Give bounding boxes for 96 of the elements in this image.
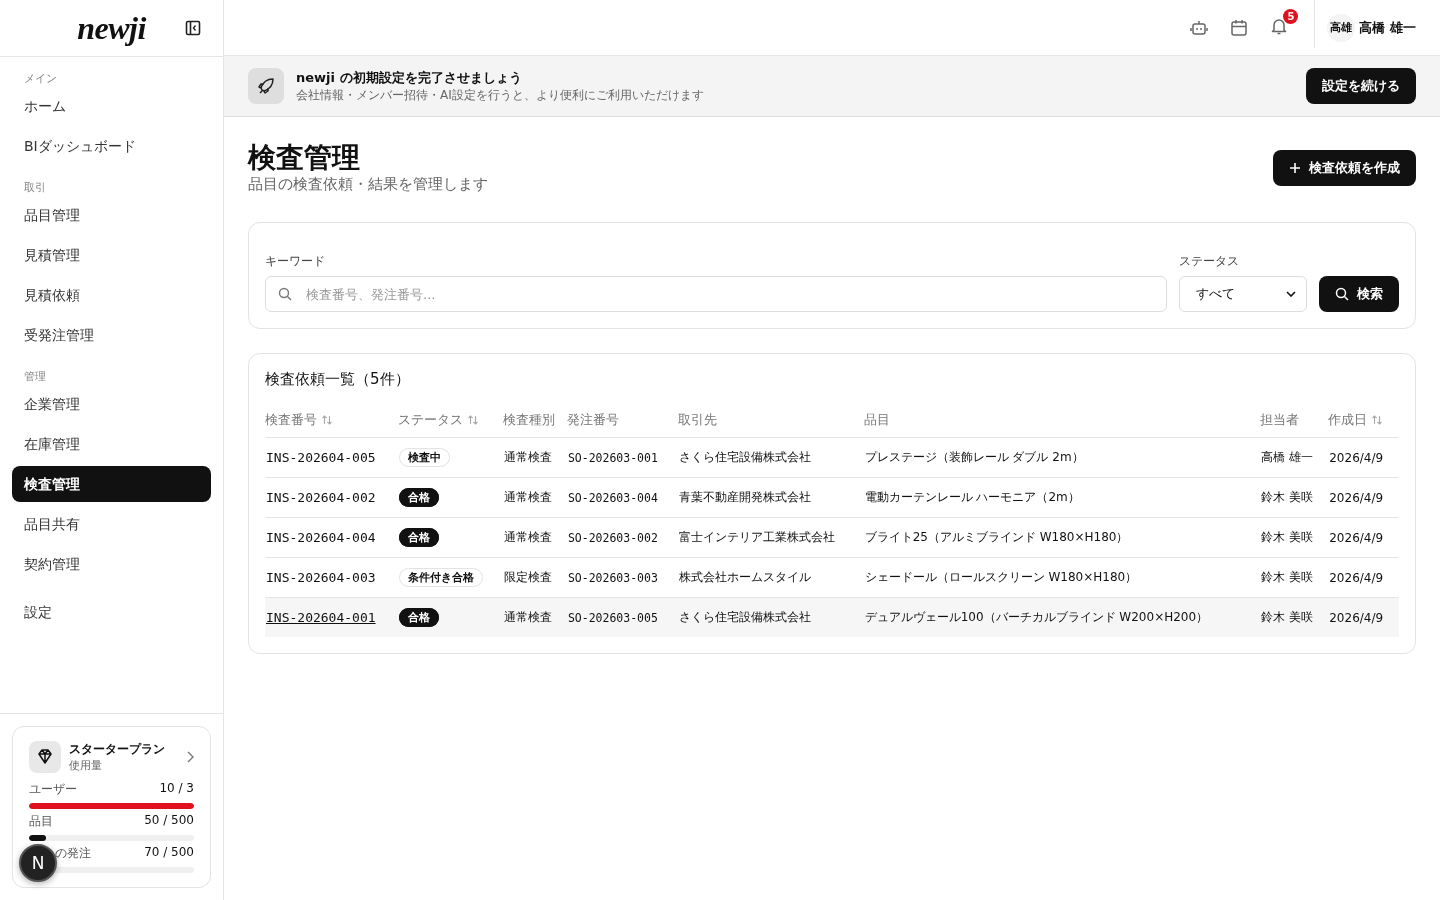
nav-item[interactable]: 品目共有 (12, 506, 211, 542)
logo: newji (77, 9, 146, 47)
column-header[interactable]: 検査番号 (265, 411, 333, 429)
column-header: 取引先 (678, 411, 718, 429)
table-cell: SO-202603-004 (567, 490, 658, 505)
inspection-id-link[interactable]: INS-202604-002 (266, 490, 376, 505)
table-cell: SO-202603-001 (567, 450, 658, 465)
status-badge: 条件付き合格 (399, 568, 484, 587)
search-icon (278, 287, 292, 301)
search-icon (1335, 287, 1349, 301)
page-title: 検査管理 (248, 141, 361, 175)
field-label: ステータス (1179, 253, 1240, 270)
nav-section-heading: 管理 (23, 369, 47, 385)
list-title: 検査依頼一覧（5件） (265, 370, 411, 389)
field-label: キーワード (265, 253, 326, 270)
plus-icon (1289, 161, 1301, 174)
usage-label: 品目 (29, 813, 53, 830)
table-cell: さくら住宅設備株式会社 (679, 610, 812, 624)
continue-setup-button[interactable]: 設定を続ける (1306, 68, 1416, 104)
table-cell: デュアルヴェール100（バーチカルブラインド W200×H200） (864, 610, 1209, 624)
create-inspection-button[interactable]: 検査依頼を作成 (1273, 149, 1416, 186)
status-badge: 合格 (399, 488, 440, 507)
table-cell: シェードール（ロールスクリーン W180×H180） (864, 570, 1138, 584)
column-header[interactable]: ステータス (398, 411, 480, 429)
notification-count: 5 (1283, 8, 1299, 24)
table-cell: 鈴木 美咲 (1260, 490, 1313, 504)
nav-item[interactable]: 設定 (12, 594, 211, 630)
nav-section-heading: メイン (23, 71, 58, 87)
table-cell: SO-202603-003 (567, 570, 658, 585)
calendar-icon[interactable] (1230, 18, 1249, 37)
usage-label: の発注 (54, 845, 91, 862)
user-avatar[interactable]: 高雄 (1327, 13, 1356, 42)
nav-item[interactable]: 見積管理 (12, 237, 211, 273)
inspection-id-link[interactable]: INS-202604-003 (266, 570, 376, 585)
table-cell: 電動カーテンレール ハーモニア（2m） (864, 490, 1080, 504)
table-cell: 通常検査 (503, 450, 552, 464)
table-cell: 通常検査 (503, 490, 552, 504)
column-header: 担当者 (1259, 411, 1299, 429)
user-name[interactable]: 高橋 雄一 (1359, 18, 1416, 37)
status-badge: 合格 (399, 608, 440, 627)
nav-item[interactable]: 企業管理 (12, 386, 211, 422)
nav-item[interactable]: 検査管理 (12, 466, 211, 502)
inspection-id-link[interactable]: INS-202604-005 (266, 450, 376, 465)
usage-reading: 70 / 500 (144, 845, 194, 861)
sidebar-collapse-icon[interactable] (185, 20, 201, 36)
table-cell: プレステージ（装飾レール ダブル 2m） (864, 450, 1084, 464)
plan-title: スタータープラン (69, 741, 166, 758)
nav-section-heading: 取引 (23, 180, 47, 196)
table-cell: 通常検査 (503, 530, 552, 544)
inspection-id-link[interactable]: INS-202604-004 (266, 530, 376, 545)
banner-title: newji の初期設定を完了させましょう (296, 68, 523, 87)
robot-icon[interactable] (1190, 18, 1209, 37)
table-cell: ブライト25（アルミブラインド W180×H180） (864, 530, 1129, 544)
table-cell: 通常検査 (503, 610, 552, 624)
nav-item[interactable]: ホーム (12, 88, 211, 124)
status-badge: 合格 (399, 528, 440, 547)
table-cell: 鈴木 美咲 (1260, 530, 1313, 544)
table-cell: 2026/4/9 (1329, 490, 1384, 505)
table-cell: 富士インテリア工業株式会社 (679, 530, 836, 544)
chevron-right-icon (186, 751, 194, 763)
nav-item[interactable]: 契約管理 (12, 546, 211, 582)
table-cell: 2026/4/9 (1329, 450, 1384, 465)
usage-reading: 50 / 500 (144, 813, 194, 829)
nav-item[interactable]: 受発注管理 (12, 317, 211, 353)
table-cell: 2026/4/9 (1329, 530, 1384, 545)
page-subtitle: 品目の検査依頼・結果を管理します (248, 175, 488, 194)
column-header[interactable]: 作成日 (1328, 411, 1384, 429)
keyword-search-field[interactable]: 検査番号、発注番号... (265, 276, 1167, 312)
column-header: 発注番号 (566, 411, 619, 429)
table-cell: 限定検査 (503, 570, 552, 584)
table-cell: 高橋 雄一 (1260, 450, 1313, 464)
bell-icon[interactable] (1270, 16, 1289, 35)
table-cell: 2026/4/9 (1329, 570, 1384, 585)
status-badge: 検査中 (399, 448, 451, 467)
table-cell: SO-202603-005 (567, 610, 658, 625)
column-header: 品目 (863, 411, 890, 429)
usage-reading: 10 / 3 (159, 781, 194, 797)
table-cell: 鈴木 美咲 (1260, 610, 1313, 624)
chevron-down-icon (1286, 291, 1296, 297)
rocket-icon (248, 68, 284, 104)
banner-description: 会社情報・メンバー招待・AI設定を行うと、より便利にご利用いただけます (296, 86, 705, 104)
table-cell: SO-202603-002 (567, 530, 658, 545)
search-button[interactable]: 検索 (1319, 276, 1399, 312)
plan-subtitle: 使用量 (69, 758, 103, 773)
nav-item[interactable]: 品目管理 (12, 197, 211, 233)
table-cell: さくら住宅設備株式会社 (679, 450, 812, 464)
table-cell: 2026/4/9 (1329, 610, 1384, 625)
usage-label: ユーザー (29, 781, 77, 798)
column-header: 検査種別 (502, 411, 555, 429)
table-cell: 青葉不動産開発株式会社 (679, 490, 812, 504)
status-dropdown[interactable]: すべて (1179, 276, 1307, 312)
nav-item[interactable]: 見積依頼 (12, 277, 211, 313)
table-cell: 鈴木 美咲 (1260, 570, 1313, 584)
nav-item[interactable]: BIダッシュボード (12, 128, 211, 164)
nav-item[interactable]: 在庫管理 (12, 426, 211, 462)
table-cell: 株式会社ホームスタイル (679, 570, 812, 584)
